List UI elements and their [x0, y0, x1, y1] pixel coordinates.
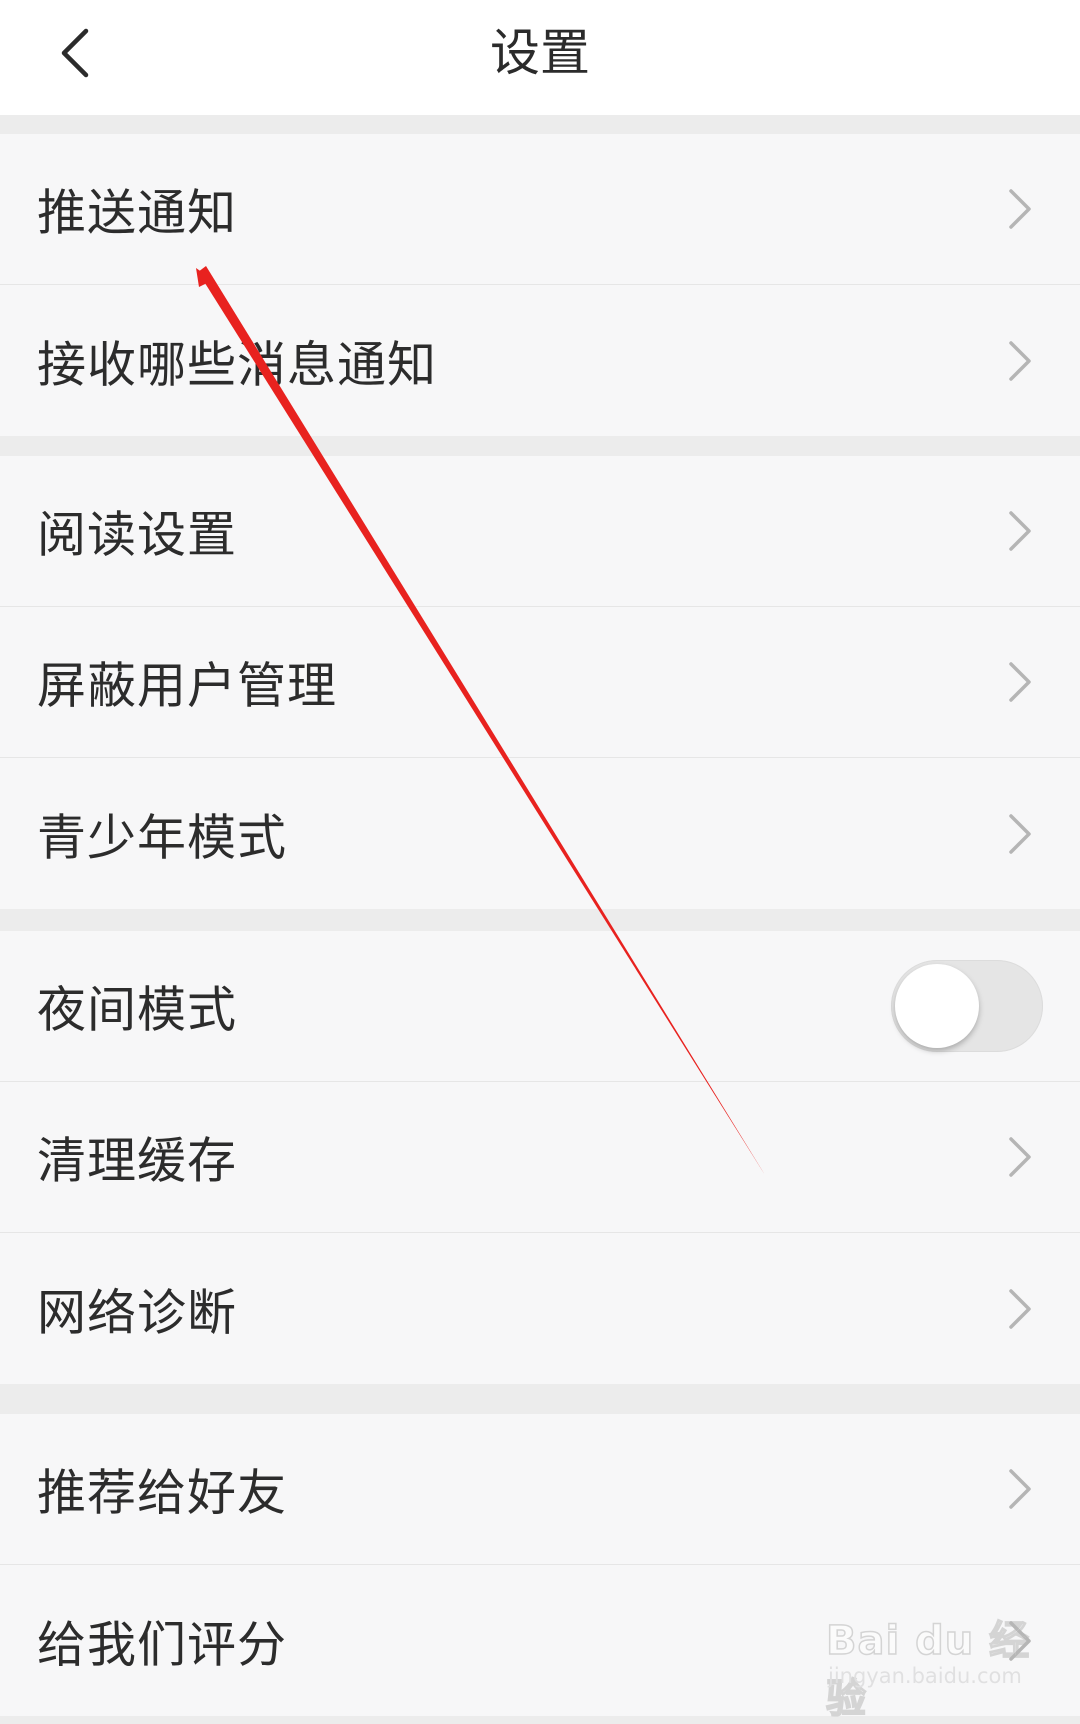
- settings-group-content: 阅读设置 屏蔽用户管理 青少年模式: [0, 456, 1080, 909]
- settings-item-label: 推送通知: [37, 184, 238, 242]
- settings-item-teen-mode[interactable]: 青少年模式: [0, 758, 1080, 909]
- settings-item-label: 阅读设置: [37, 506, 238, 564]
- settings-item-night-mode: 夜间模式: [0, 931, 1080, 1082]
- chevron-right-icon: [1009, 813, 1031, 854]
- settings-item-label: 给我们评分: [37, 1616, 288, 1673]
- settings-group-notifications: 推送通知 接收哪些消息通知: [0, 134, 1080, 436]
- settings-item-blocked-users[interactable]: 屏蔽用户管理: [0, 607, 1080, 758]
- chevron-right-icon: [1009, 1469, 1031, 1509]
- settings-item-label: 网络诊断: [37, 1284, 238, 1341]
- toggle-knob: [895, 964, 979, 1048]
- settings-item-label: 接收哪些消息通知: [37, 336, 438, 393]
- night-mode-toggle[interactable]: [891, 960, 1043, 1052]
- settings-item-push-notifications[interactable]: 推送通知: [0, 134, 1080, 285]
- settings-item-label: 青少年模式: [37, 809, 288, 866]
- chevron-right-icon: [1009, 662, 1031, 702]
- chevron-right-icon: [1009, 511, 1031, 551]
- settings-item-label: 推荐给好友: [37, 1464, 288, 1522]
- watermark-url: jingyan.baidu.com: [828, 1664, 1022, 1688]
- chevron-right-icon: [1009, 340, 1031, 381]
- settings-item-clear-cache[interactable]: 清理缓存: [0, 1082, 1080, 1233]
- settings-item-label: 清理缓存: [37, 1132, 238, 1190]
- settings-item-network-diagnosis[interactable]: 网络诊断: [0, 1233, 1080, 1384]
- watermark: Bai du 经验 jingyan.baidu.com: [825, 1598, 1056, 1723]
- settings-item-label: 夜间模式: [37, 981, 238, 1039]
- chevron-right-icon: [1009, 189, 1031, 229]
- settings-item-recommend-to-friends[interactable]: 推荐给好友: [0, 1414, 1080, 1565]
- chevron-right-icon: [1009, 1288, 1031, 1329]
- settings-item-label: 屏蔽用户管理: [37, 657, 338, 715]
- page-title: 设置: [490, 24, 590, 82]
- header-bar: 设置: [0, 0, 1080, 115]
- settings-group-general: 夜间模式 清理缓存 网络诊断: [0, 931, 1080, 1384]
- settings-item-reading-settings[interactable]: 阅读设置: [0, 456, 1080, 607]
- chevron-right-icon: [1009, 1137, 1031, 1177]
- settings-item-message-notifications[interactable]: 接收哪些消息通知: [0, 285, 1080, 436]
